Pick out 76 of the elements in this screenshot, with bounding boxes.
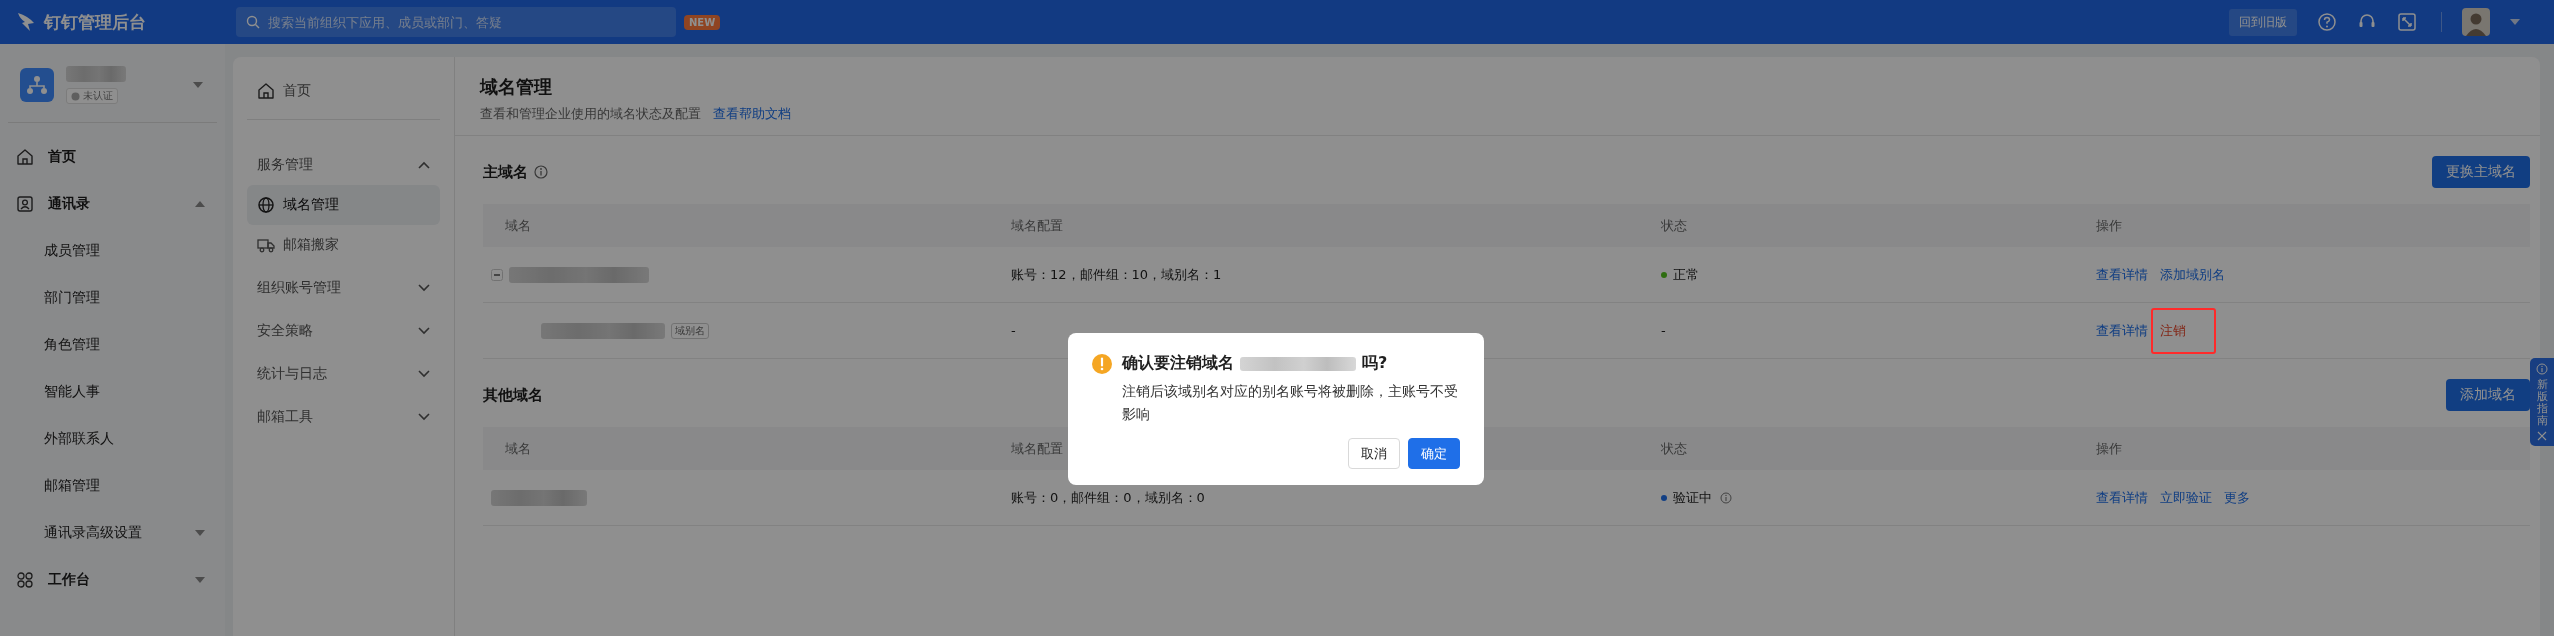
guide-tab[interactable]: 新版指南 <box>2530 358 2554 447</box>
nav-item[interactable]: 域名管理 <box>247 185 440 225</box>
caret-icon <box>2510 19 2520 25</box>
section-button[interactable]: 添加域名 <box>2446 379 2530 411</box>
nav-item[interactable]: 邮箱搬家 <box>247 225 440 265</box>
org-icon <box>20 68 54 102</box>
info-icon <box>2536 363 2548 375</box>
table-cell-text: - <box>1010 323 1017 338</box>
section-title: 其他域名 <box>483 385 543 405</box>
action-link[interactable]: 查看详情 <box>2096 488 2148 507</box>
close-icon[interactable] <box>2537 431 2547 442</box>
action-link[interactable]: 注销 <box>2160 321 2186 340</box>
sidebar-item[interactable]: 工作台 <box>0 556 225 603</box>
action-link[interactable]: 立即验证 <box>2160 488 2212 507</box>
dialog-message: 注销后该域别名对应的别名账号将被删除，主账号不受影响 <box>1122 382 1459 424</box>
column-header: 操作 <box>2096 440 2122 456</box>
contact-card-icon <box>16 194 34 213</box>
logo-icon <box>16 11 36 33</box>
page-description: 查看和管理企业使用的域名状态及配置 <box>480 105 701 123</box>
status-text: 正常 <box>1673 265 1699 284</box>
action-link[interactable]: 查看详情 <box>2096 265 2148 284</box>
nav-item[interactable]: 服务管理 <box>247 145 440 185</box>
action-link[interactable]: 添加域别名 <box>2160 265 2225 284</box>
cancel-button[interactable]: 取消 <box>1348 438 1400 469</box>
action-link[interactable]: 查看详情 <box>2096 321 2148 340</box>
caret-icon <box>193 82 203 88</box>
column-header: 域名配置 <box>1011 217 1063 233</box>
sidebar-item[interactable]: 通讯录 <box>0 180 225 227</box>
sidebar-item[interactable]: 角色管理 <box>0 321 225 368</box>
fullscreen-icon[interactable] <box>2397 12 2417 32</box>
sidebar-item[interactable]: 成员管理 <box>0 227 225 274</box>
status-text: - <box>1661 323 1666 338</box>
guide-label: 新版指南 <box>2536 379 2548 428</box>
column-header: 状态 <box>1661 440 1687 456</box>
grid-icon <box>16 570 34 589</box>
app-title: 钉钉管理后台 <box>44 10 146 34</box>
help-icon[interactable] <box>2317 12 2337 32</box>
blurred-text <box>66 66 126 82</box>
section-title: 主域名 <box>483 162 528 182</box>
action-link[interactable]: 更多 <box>2224 488 2250 507</box>
warning-icon <box>1092 353 1112 374</box>
column-header: 域名 <box>505 217 531 233</box>
table-cell-text: 账号：12，邮件组：10，域别名：1 <box>1010 265 1223 284</box>
sidebar-item[interactable]: 外部联系人 <box>0 415 225 462</box>
nav-item[interactable]: 组织账号管理 <box>247 268 440 308</box>
sidebar-item[interactable]: 部门管理 <box>0 274 225 321</box>
badge-text: 未认证 <box>83 89 113 103</box>
sidebar-item[interactable]: 智能人事 <box>0 368 225 415</box>
page-title: 域名管理 <box>480 75 553 99</box>
column-header: 操作 <box>2096 217 2122 233</box>
search-icon <box>246 15 260 29</box>
column-header: 域名配置 <box>1011 440 1063 456</box>
truck-icon <box>257 236 275 254</box>
help-link[interactable]: 查看帮助文档 <box>713 105 791 123</box>
alias-tag: 域别名 <box>671 322 709 339</box>
sidebar-item[interactable]: 首页 <box>0 133 225 180</box>
nav-item[interactable]: 安全策略 <box>247 311 440 351</box>
status-text: 验证中 <box>1673 488 1712 507</box>
nav-item[interactable]: 首页 <box>247 71 440 111</box>
table-cell-text: 账号：0，邮件组：0，域别名：0 <box>1010 488 1206 507</box>
column-header: 域名 <box>505 440 531 456</box>
sidebar-item[interactable]: 邮箱管理 <box>0 462 225 509</box>
globe-icon <box>257 196 275 214</box>
new-badge: NEW <box>684 14 721 30</box>
dialog-title: 吗? <box>1362 353 1388 374</box>
sidebar-item[interactable]: 通讯录高级设置 <box>0 509 225 556</box>
section-button[interactable]: 更换主域名 <box>2432 156 2530 188</box>
collapse-icon[interactable] <box>491 268 503 281</box>
home-icon <box>16 147 34 166</box>
dialog-title: 确认要注销域名 <box>1122 353 1234 374</box>
nav-item[interactable]: 统计与日志 <box>247 354 440 394</box>
column-header: 状态 <box>1661 217 1687 233</box>
avatar-icon[interactable] <box>2462 8 2490 36</box>
confirm-button[interactable]: 确定 <box>1408 438 1460 469</box>
home-icon <box>257 82 275 100</box>
nav-item[interactable]: 邮箱工具 <box>247 397 440 437</box>
